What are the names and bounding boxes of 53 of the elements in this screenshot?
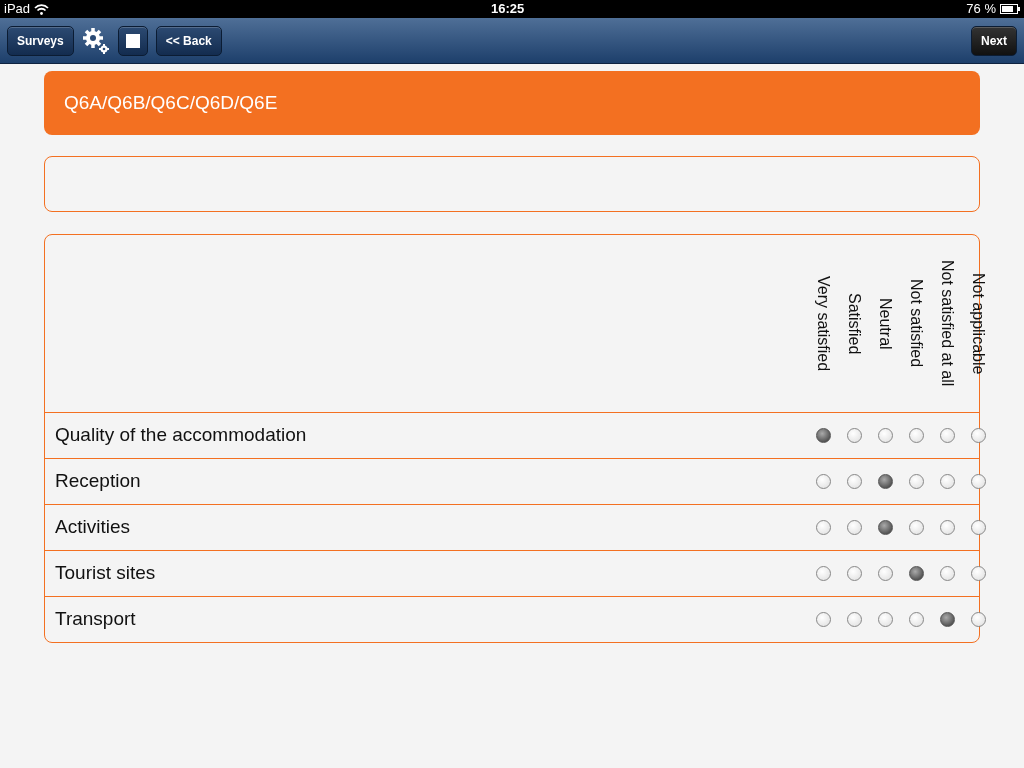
wifi-icon — [34, 3, 50, 15]
radio-button[interactable] — [940, 566, 955, 581]
radio-button[interactable] — [816, 566, 831, 581]
device-name: iPad — [4, 0, 31, 18]
radio-button[interactable] — [971, 428, 986, 443]
radio-button[interactable] — [847, 474, 862, 489]
radio-button[interactable] — [909, 520, 924, 535]
square-button[interactable] — [117, 25, 148, 56]
square-icon — [125, 33, 140, 48]
radio-button[interactable] — [816, 474, 831, 489]
column-heading: Very satisfied — [814, 275, 833, 372]
radio-button[interactable] — [878, 566, 893, 581]
radio-button[interactable] — [971, 474, 986, 489]
toolbar-button[interactable]: << Back — [155, 25, 222, 56]
radio-button[interactable] — [971, 612, 986, 627]
radio-button[interactable] — [940, 474, 955, 489]
battery-percent: 76 % — [966, 0, 996, 18]
radio-button[interactable] — [909, 428, 924, 443]
radio-button[interactable] — [878, 612, 893, 627]
radio-button[interactable] — [940, 428, 955, 443]
radio-button[interactable] — [878, 520, 893, 535]
column-heading: Satisfied — [845, 292, 864, 355]
next-button[interactable]: Next — [971, 25, 1017, 56]
settings-icon[interactable] — [81, 26, 110, 55]
row-label: Tourist sites — [54, 562, 156, 584]
row-label: Transport — [54, 608, 136, 630]
radio-button[interactable] — [909, 474, 924, 489]
column-heading: Not satisfied — [907, 279, 926, 368]
radio-button[interactable] — [847, 520, 862, 535]
row-label: Quality of the accommodation — [54, 424, 307, 446]
radio-button[interactable] — [847, 428, 862, 443]
radio-button[interactable] — [971, 520, 986, 535]
row-label: Activities — [54, 516, 130, 538]
radio-button[interactable] — [971, 566, 986, 581]
radio-button[interactable] — [816, 428, 831, 443]
radio-button[interactable] — [847, 612, 862, 627]
radio-button[interactable] — [909, 612, 924, 627]
radio-button[interactable] — [816, 612, 831, 627]
row-label: Reception — [54, 470, 141, 492]
toolbar-button[interactable]: Surveys — [7, 25, 74, 56]
radio-button[interactable] — [940, 612, 955, 627]
clock-time: 16:25 — [491, 0, 525, 18]
question-title: Q6A/Q6B/Q6C/Q6D/Q6E — [64, 90, 278, 115]
radio-button[interactable] — [940, 520, 955, 535]
column-heading: Not applicable — [969, 272, 988, 375]
battery-icon — [1000, 4, 1020, 14]
column-heading: Not satisfied at all — [938, 260, 957, 387]
radio-button[interactable] — [847, 566, 862, 581]
column-heading: Neutral — [876, 297, 895, 350]
radio-button[interactable] — [816, 520, 831, 535]
radio-button[interactable] — [878, 474, 893, 489]
radio-button[interactable] — [878, 428, 893, 443]
radio-button[interactable] — [909, 566, 924, 581]
